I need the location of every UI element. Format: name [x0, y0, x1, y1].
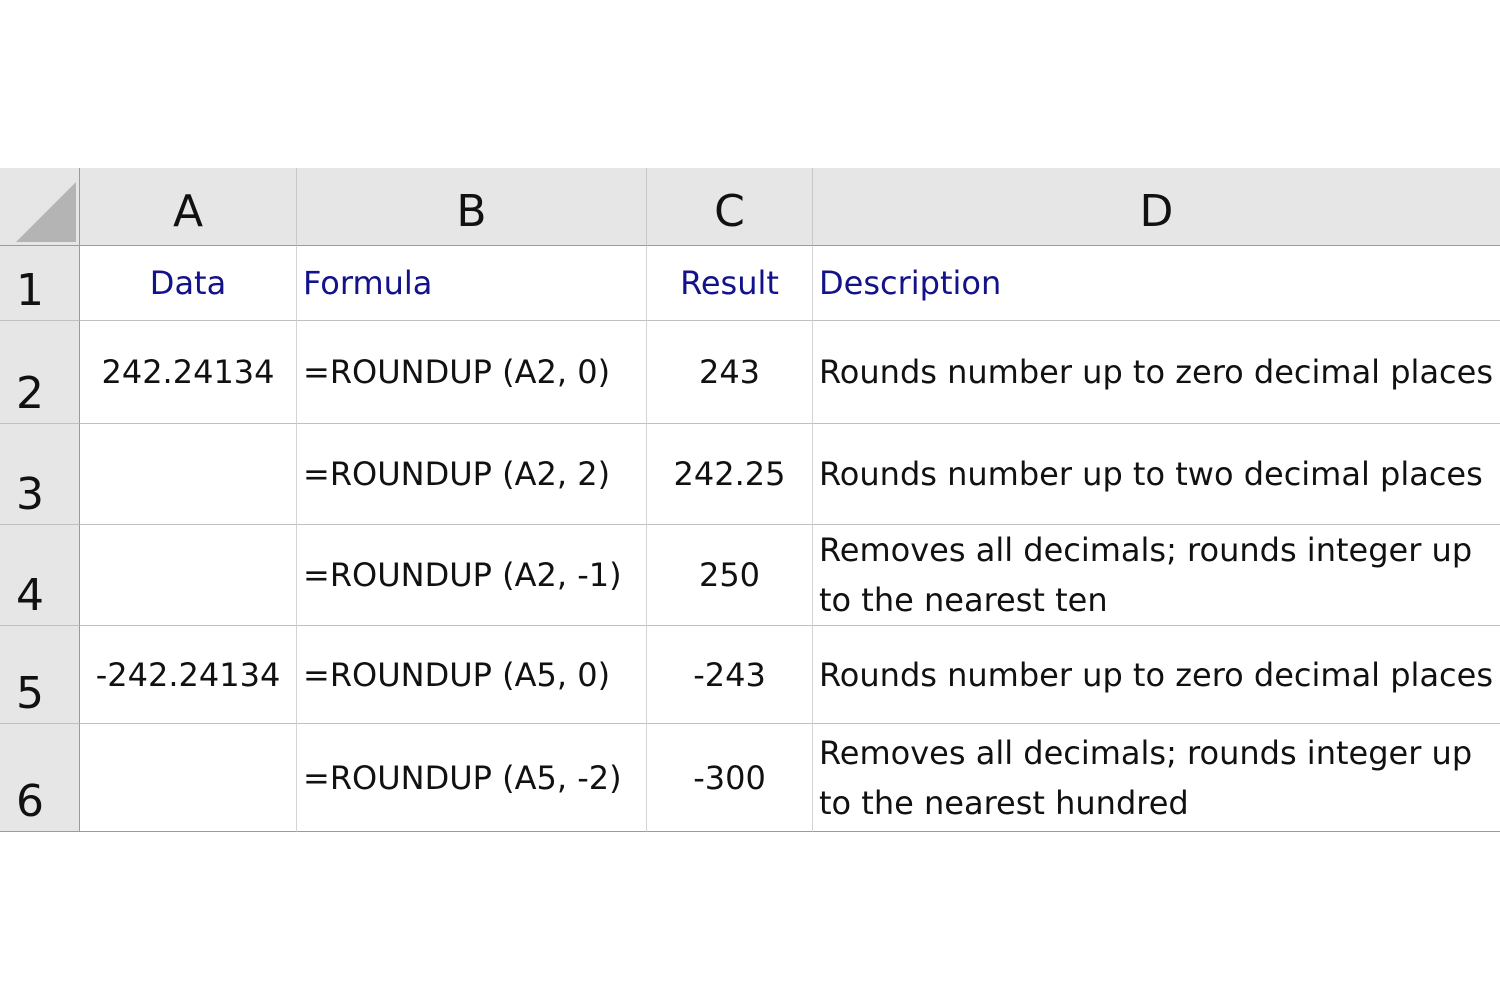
cell-c1[interactable]: Result — [647, 246, 813, 321]
column-header-d[interactable]: D — [813, 168, 1500, 246]
spreadsheet-grid: A B C D 1 Data Formula Result Descriptio… — [0, 168, 1500, 832]
cell-c3[interactable]: 242.25 — [647, 424, 813, 525]
cell-b3[interactable]: =ROUNDUP (A2, 2) — [297, 424, 647, 525]
column-header-a[interactable]: A — [80, 168, 297, 246]
cell-a2[interactable]: 242.24134 — [80, 321, 297, 424]
cell-d3[interactable]: Rounds number up to two decimal places — [813, 424, 1500, 525]
cell-b5[interactable]: =ROUNDUP (A5, 0) — [297, 626, 647, 724]
cell-c6[interactable]: -300 — [647, 724, 813, 832]
cell-d4[interactable]: Removes all decimals; rounds integer up … — [813, 525, 1500, 626]
cell-b4[interactable]: =ROUNDUP (A2, -1) — [297, 525, 647, 626]
cell-c5[interactable]: -243 — [647, 626, 813, 724]
cell-d1[interactable]: Description — [813, 246, 1500, 321]
cell-b1[interactable]: Formula — [297, 246, 647, 321]
row-header-5[interactable]: 5 — [0, 626, 80, 724]
cell-d2[interactable]: Rounds number up to zero decimal places — [813, 321, 1500, 424]
column-header-c[interactable]: C — [647, 168, 813, 246]
cell-d5[interactable]: Rounds number up to zero decimal places — [813, 626, 1500, 724]
cell-a3[interactable] — [80, 424, 297, 525]
cell-b6[interactable]: =ROUNDUP (A5, -2) — [297, 724, 647, 832]
cell-a1[interactable]: Data — [80, 246, 297, 321]
row-header-6[interactable]: 6 — [0, 724, 80, 832]
cell-b2[interactable]: =ROUNDUP (A2, 0) — [297, 321, 647, 424]
cell-c4[interactable]: 250 — [647, 525, 813, 626]
cell-c2[interactable]: 243 — [647, 321, 813, 424]
cell-a5[interactable]: -242.24134 — [80, 626, 297, 724]
row-header-1[interactable]: 1 — [0, 246, 80, 321]
row-header-4[interactable]: 4 — [0, 525, 80, 626]
row-header-3[interactable]: 3 — [0, 424, 80, 525]
cell-a6[interactable] — [80, 724, 297, 832]
cell-d6[interactable]: Removes all decimals; rounds integer up … — [813, 724, 1500, 832]
column-header-b[interactable]: B — [297, 168, 647, 246]
select-all-button[interactable] — [0, 168, 80, 246]
cell-a4[interactable] — [80, 525, 297, 626]
select-all-triangle-icon — [16, 182, 76, 242]
row-header-2[interactable]: 2 — [0, 321, 80, 424]
